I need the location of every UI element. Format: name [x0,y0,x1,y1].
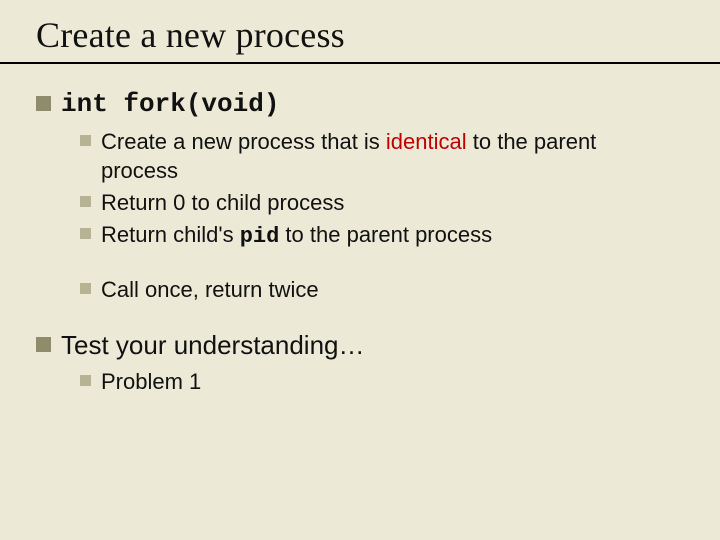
square-bullet-icon [80,228,91,239]
bullet-text: Call once, return twice [101,275,319,305]
slide-title: Create a new process [36,14,684,56]
square-bullet-icon [36,96,51,111]
bullet-text: int fork(void) [61,88,279,121]
bullet-level-2: Return child's pid to the parent process [80,220,640,252]
bullet-level-1: Test your understanding… [36,329,684,362]
bullet-level-2: Problem 1 [80,367,640,397]
text-run: Call once, return twice [101,277,319,302]
text-run: identical [386,129,467,154]
bullet-text: Problem 1 [101,367,201,397]
square-bullet-icon [80,283,91,294]
title-underline [0,62,720,64]
bullet-text: Test your understanding… [61,329,365,362]
text-run: Create a new process that is [101,129,386,154]
bullet-text: Return child's pid to the parent process [101,220,492,252]
square-bullet-icon [80,135,91,146]
square-bullet-icon [36,337,51,352]
bullet-text: Return 0 to child process [101,188,344,218]
spacer [36,307,684,329]
square-bullet-icon [80,375,91,386]
bullet-level-2: Call once, return twice [80,275,640,305]
text-run: Problem 1 [101,369,201,394]
bullet-text: Create a new process that is identical t… [101,127,640,186]
bullet-level-1: int fork(void) [36,88,684,121]
bullet-level-2: Return 0 to child process [80,188,640,218]
slide: Create a new process int fork(void) Creat… [0,0,720,540]
square-bullet-icon [80,196,91,207]
spacer [36,253,684,275]
bullet-level-2: Create a new process that is identical t… [80,127,640,186]
text-run: pid [240,224,280,249]
text-run: to the parent process [279,222,492,247]
bullet-list: int fork(void) Create a new process that … [36,88,684,397]
text-run: Return child's [101,222,240,247]
text-run: Return 0 to child process [101,190,344,215]
